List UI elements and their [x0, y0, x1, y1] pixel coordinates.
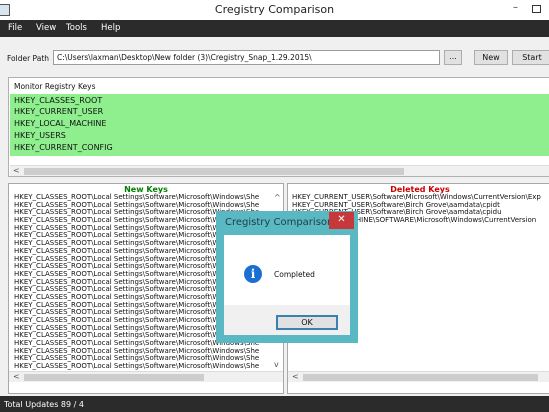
list-item[interactable]: HKEY_CURRENT_USER [14, 107, 103, 116]
scroll-thumb[interactable] [24, 374, 204, 381]
ok-button[interactable]: OK [276, 315, 338, 330]
status-label: Total Updates [4, 400, 59, 409]
deleted-keys-horizontal-scrollbar[interactable]: < [288, 371, 549, 382]
monitor-title: Monitor Registry Keys [14, 82, 96, 91]
list-item[interactable]: HKEY_CURRENT_CONFIG [14, 143, 113, 152]
scroll-left-icon[interactable]: < [292, 372, 299, 381]
scroll-thumb[interactable] [24, 168, 404, 175]
list-item[interactable]: HKEY_USERS [14, 131, 66, 140]
dialog-title: Cregistry Comparison [225, 217, 334, 228]
menu-bar: File View Tools Help [0, 20, 549, 37]
list-item[interactable]: HKEY_CLASSES_ROOT [14, 96, 102, 105]
new-button[interactable]: New [474, 50, 508, 65]
info-icon: i [244, 265, 262, 283]
start-button[interactable]: Start [512, 50, 549, 65]
scroll-thumb[interactable] [303, 374, 538, 381]
close-icon[interactable]: ✕ [329, 212, 354, 229]
scroll-down-icon[interactable]: v [274, 360, 279, 369]
dialog-body: i Completed OK [224, 235, 350, 335]
folder-path-label: Folder Path [7, 54, 50, 63]
scroll-left-icon[interactable]: < [13, 166, 20, 175]
status-value: 89 / 4 [60, 400, 84, 409]
monitor-horizontal-scrollbar[interactable]: < [10, 165, 549, 176]
status-bar: Total Updates 89 / 4 [0, 396, 549, 412]
minimize-icon[interactable]: – [513, 2, 518, 13]
registry-key-list[interactable]: HKEY_CLASSES_ROOT HKEY_CURRENT_USER HKEY… [10, 94, 549, 156]
menu-file[interactable]: File [8, 23, 22, 33]
window-title: Cregistry Comparison [214, 3, 335, 16]
completion-dialog: Cregistry Comparison ✕ i Completed OK [216, 211, 358, 343]
title-bar: Cregistry Comparison – [0, 0, 549, 20]
menu-tools[interactable]: Tools [66, 23, 87, 33]
menu-view[interactable]: View [36, 23, 56, 33]
maximize-icon[interactable] [532, 5, 541, 13]
list-item[interactable]: HKEY_CLASSES_ROOT\Local Settings\Softwar… [14, 362, 259, 371]
folder-path-input[interactable]: C:\Users\laxman\Desktop\New folder (3)\C… [53, 50, 440, 65]
scroll-left-icon[interactable]: < [13, 372, 20, 381]
new-keys-horizontal-scrollbar[interactable]: < [9, 371, 283, 382]
scroll-up-icon[interactable]: ^ [274, 193, 281, 202]
list-item[interactable]: HKEY_LOCAL_MACHINE [14, 119, 106, 128]
dialog-footer: OK [224, 305, 350, 335]
menu-help[interactable]: Help [101, 23, 120, 33]
monitor-registry-keys-group: Monitor Registry Keys HKEY_CLASSES_ROOT … [8, 77, 549, 177]
browse-button[interactable]: ... [444, 50, 462, 65]
dialog-message: Completed [274, 270, 315, 279]
